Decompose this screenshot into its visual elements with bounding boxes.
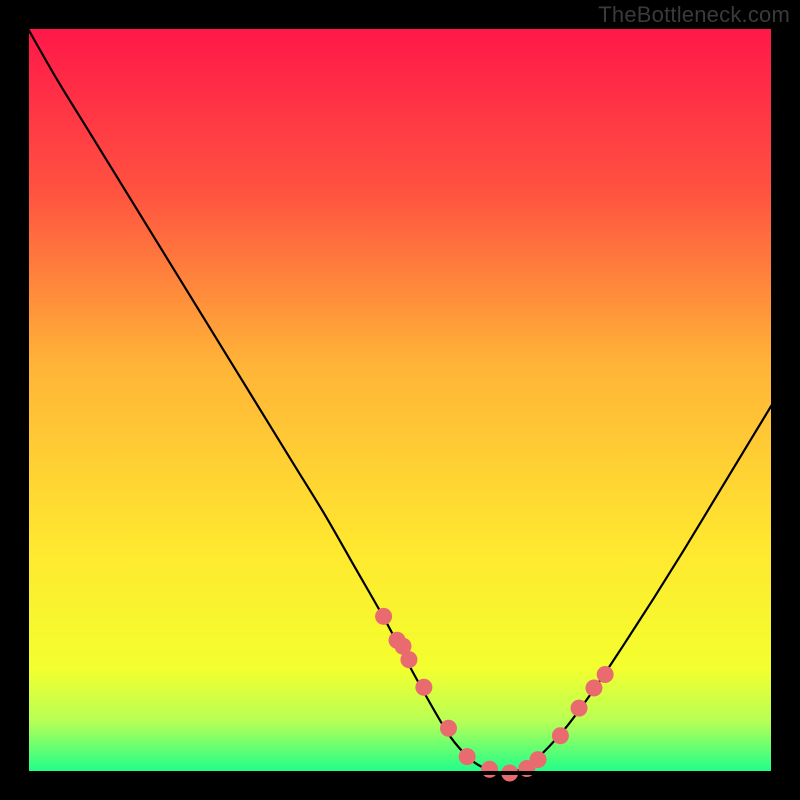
- data-point: [400, 651, 417, 668]
- watermark-text: TheBottleneck.com: [598, 2, 790, 28]
- data-point: [585, 679, 602, 696]
- data-point: [597, 666, 614, 683]
- data-point: [440, 720, 457, 737]
- data-point: [415, 679, 432, 696]
- data-point: [375, 608, 392, 625]
- data-point: [481, 761, 498, 778]
- data-point: [552, 727, 569, 744]
- data-point: [571, 700, 588, 717]
- chart-container: TheBottleneck.com: [0, 0, 800, 800]
- data-point: [459, 748, 476, 765]
- data-point: [530, 751, 547, 768]
- bottleneck-curve-chart: [0, 0, 800, 800]
- plot-area: [27, 27, 773, 773]
